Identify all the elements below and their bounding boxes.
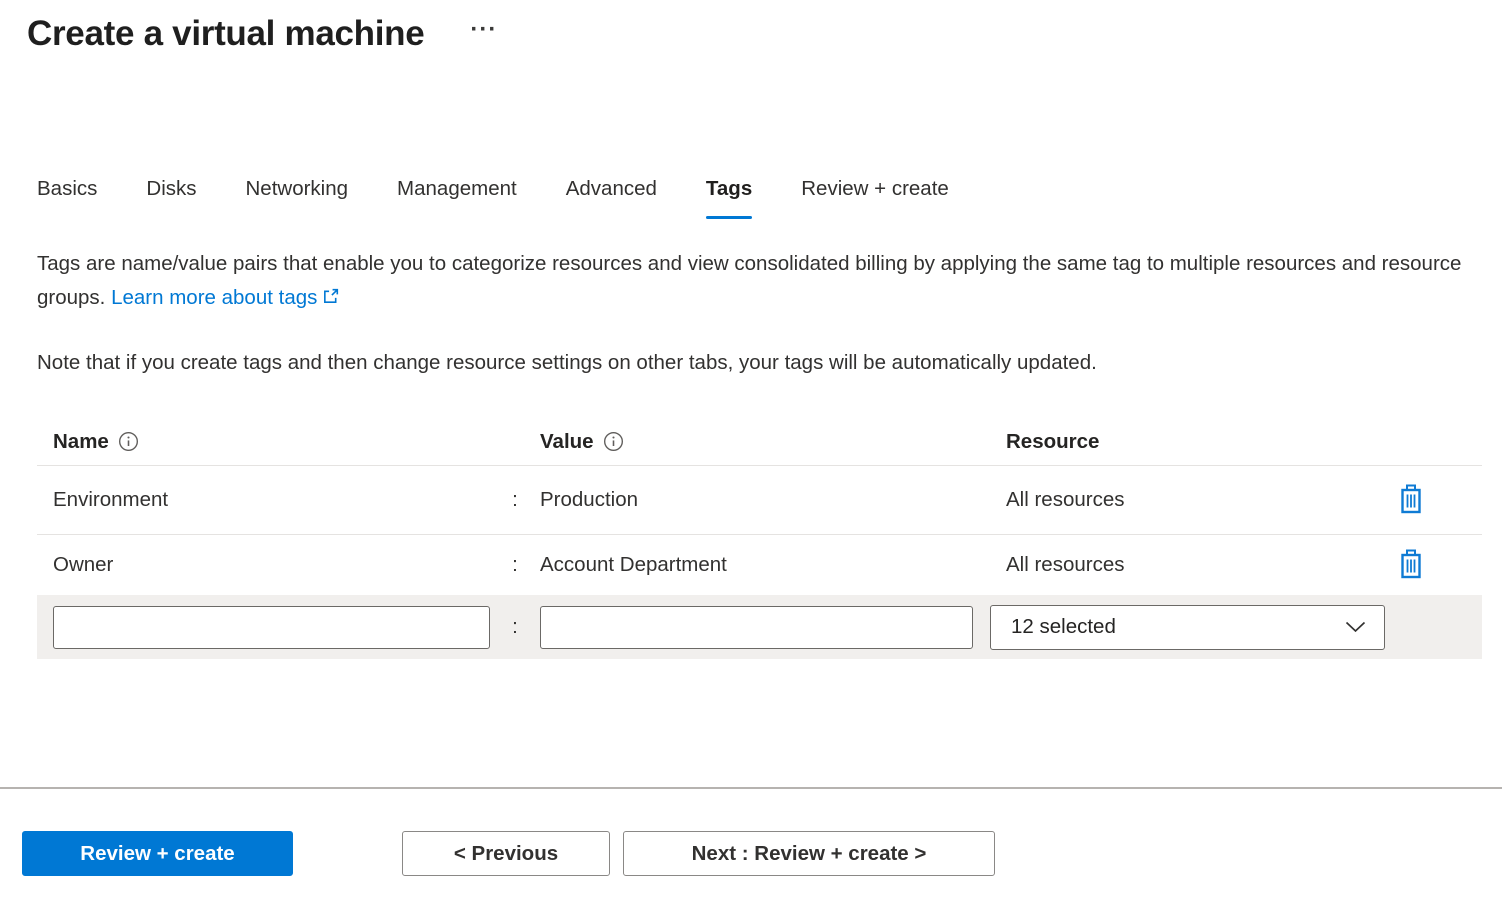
resource-dropdown-value: 12 selected bbox=[1011, 615, 1116, 639]
learn-more-link[interactable]: Learn more about tags bbox=[111, 286, 339, 309]
name-info-icon[interactable] bbox=[118, 431, 139, 452]
tag-resource: All resources bbox=[990, 488, 1385, 512]
tag-row-environment: Environment : Production All resources bbox=[37, 466, 1482, 535]
delete-tag-button[interactable] bbox=[1399, 549, 1423, 582]
footer-divider bbox=[0, 787, 1502, 789]
resource-dropdown[interactable]: 12 selected bbox=[990, 605, 1385, 650]
tab-basics[interactable]: Basics bbox=[37, 175, 97, 219]
more-options-button[interactable]: ··· bbox=[470, 18, 497, 42]
new-tag-value-input[interactable] bbox=[540, 606, 973, 649]
tab-review-create[interactable]: Review + create bbox=[801, 175, 949, 219]
tags-description: Tags are name/value pairs that enable yo… bbox=[37, 247, 1465, 316]
next-button[interactable]: Next : Review + create > bbox=[623, 831, 995, 876]
colon-separator: : bbox=[490, 553, 540, 577]
tag-row-owner: Owner : Account Department All resources bbox=[37, 535, 1482, 595]
footer-actions: Review + create < Previous Next : Review… bbox=[22, 831, 995, 876]
colon-separator: : bbox=[490, 615, 540, 639]
colon-separator: : bbox=[490, 488, 540, 512]
page-title: Create a virtual machine bbox=[27, 14, 424, 54]
new-tag-name-input[interactable] bbox=[53, 606, 490, 649]
column-header-name: Name bbox=[37, 430, 490, 454]
review-create-button[interactable]: Review + create bbox=[22, 831, 293, 876]
tags-note: Note that if you create tags and then ch… bbox=[37, 346, 1465, 380]
tags-table-header: Name Value Resource bbox=[37, 418, 1482, 466]
tab-management[interactable]: Management bbox=[397, 175, 517, 219]
tag-value: Production bbox=[540, 488, 990, 512]
page-header: Create a virtual machine ··· bbox=[27, 14, 1502, 54]
tag-resource: All resources bbox=[990, 553, 1385, 577]
column-header-resource: Resource bbox=[990, 430, 1385, 454]
external-link-icon bbox=[322, 282, 339, 316]
column-header-value: Value bbox=[540, 430, 990, 454]
delete-tag-button[interactable] bbox=[1399, 484, 1423, 517]
wizard-tabs: Basics Disks Networking Management Advan… bbox=[37, 175, 1502, 219]
new-tag-row: : 12 selected bbox=[37, 595, 1482, 659]
value-info-icon[interactable] bbox=[603, 431, 624, 452]
tag-value: Account Department bbox=[540, 553, 990, 577]
tab-networking[interactable]: Networking bbox=[246, 175, 349, 219]
tag-name: Environment bbox=[37, 488, 490, 512]
chevron-down-icon bbox=[1345, 615, 1366, 639]
tags-table: Name Value Resource Environment : Produc… bbox=[37, 418, 1482, 659]
trash-icon bbox=[1399, 484, 1423, 517]
previous-button[interactable]: < Previous bbox=[402, 831, 610, 876]
tab-advanced[interactable]: Advanced bbox=[566, 175, 657, 219]
tab-tags[interactable]: Tags bbox=[706, 175, 752, 219]
tab-disks[interactable]: Disks bbox=[146, 175, 196, 219]
tag-name: Owner bbox=[37, 553, 490, 577]
trash-icon bbox=[1399, 549, 1423, 582]
